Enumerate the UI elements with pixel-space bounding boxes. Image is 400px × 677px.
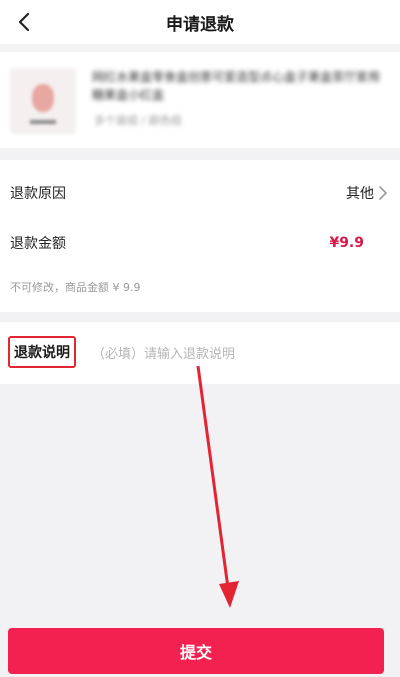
refund-remark-input[interactable] <box>90 340 384 368</box>
page-title: 申请退款 <box>166 14 234 35</box>
top-bar: 申请退款 <box>0 0 400 44</box>
chevron-right-icon <box>379 186 387 200</box>
amount-note: 不可修改，商品金额 ¥ 9.9 <box>10 281 141 294</box>
refund-reason-value: 其他 <box>346 186 374 202</box>
refund-info-panel: 退款原因 其他 退款金额 ¥9.9 不可修改，商品金额 ¥ 9.9 <box>0 160 400 312</box>
refund-remark-label: 退款说明 <box>8 336 76 368</box>
product-thumbnail <box>10 68 76 134</box>
refund-reason-row[interactable]: 退款原因 其他 <box>0 168 400 218</box>
chevron-left-icon <box>18 12 30 32</box>
refund-amount-label: 退款金额 <box>10 236 66 252</box>
product-spec: 多个装组 / 颜色组 <box>94 114 182 127</box>
refund-amount-row: 退款金额 ¥9.9 <box>0 218 400 268</box>
refund-amount-value: ¥9.9 <box>329 235 364 251</box>
product-card: 网红水果盒零食盒创意可爱造型点心盒子果盒茶厅家用糖果盒小红盒 多个装组 / 颜色… <box>0 52 400 148</box>
refund-reason-label: 退款原因 <box>10 186 66 202</box>
back-button[interactable] <box>8 6 40 38</box>
submit-button[interactable]: 提交 <box>8 628 384 674</box>
refund-remark-row: 退款说明 <box>0 322 400 384</box>
product-title: 网红水果盒零食盒创意可爱造型点心盒子果盒茶厅家用糖果盒小红盒 <box>92 70 381 102</box>
